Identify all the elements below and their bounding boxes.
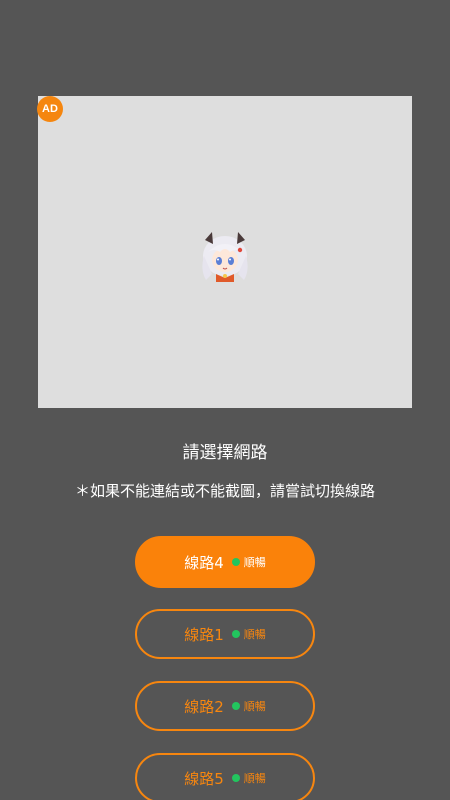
route-label: 線路1 xyxy=(184,625,224,644)
status-dot-icon xyxy=(231,558,240,566)
switch-route-notice: ＊如果不能連結或不能截圖，請嘗試切換線路 xyxy=(74,482,375,500)
ad-banner[interactable]: AD xyxy=(37,96,412,408)
route-label: 線路4 xyxy=(184,553,224,572)
status-dot-icon xyxy=(231,774,240,782)
route-button-1[interactable]: 線路1 順暢 xyxy=(135,609,315,659)
route-label: 線路2 xyxy=(184,697,224,716)
page-title: 請選擇網路 xyxy=(182,443,268,463)
status-dot-icon xyxy=(231,630,240,638)
app-screen: AD 請選擇網路 ＊如果不能連結或不能截圖，請嘗試切換線路 線路4 順暢 線路1… xyxy=(0,0,450,800)
route-button-5[interactable]: 線路5 順暢 xyxy=(135,753,315,800)
route-label: 線路5 xyxy=(184,769,224,788)
route-button-4[interactable]: 線路4 順暢 xyxy=(135,536,315,588)
route-status: 順暢 xyxy=(243,628,266,641)
route-status: 順暢 xyxy=(243,556,266,569)
mascot-image xyxy=(202,232,248,282)
route-status: 順暢 xyxy=(243,772,266,785)
ad-badge: AD xyxy=(37,96,63,122)
route-button-2[interactable]: 線路2 順暢 xyxy=(135,681,315,731)
route-status: 順暢 xyxy=(243,700,266,713)
status-dot-icon xyxy=(231,702,240,710)
